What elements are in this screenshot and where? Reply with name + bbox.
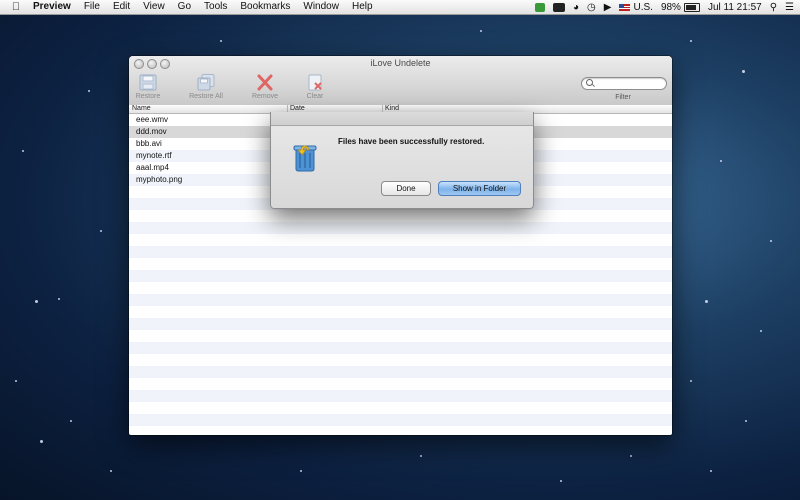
show-in-folder-button[interactable]: Show in Folder: [438, 181, 521, 196]
empty-row: [129, 246, 672, 258]
done-button[interactable]: Done: [381, 181, 431, 196]
empty-row: [129, 354, 672, 366]
column-header-name[interactable]: Name: [132, 105, 151, 113]
battery-percent: 98%: [660, 1, 681, 13]
input-source-menu[interactable]: U.S.: [619, 1, 653, 13]
battery-menu[interactable]: 98%: [661, 2, 700, 13]
restore-all-label: Restore All: [189, 93, 223, 100]
empty-row: [129, 210, 672, 222]
empty-row: [129, 330, 672, 342]
empty-row: [129, 234, 672, 246]
restore-label: Restore: [135, 93, 161, 100]
empty-row: [129, 282, 672, 294]
titlebar: iLove Undelete Restore Restore All Remov…: [129, 56, 672, 106]
menu-file[interactable]: File: [84, 0, 100, 14]
menu-bookmarks[interactable]: Bookmarks: [240, 0, 290, 14]
volume-icon[interactable]: ▶: [604, 2, 612, 13]
empty-row: [129, 366, 672, 378]
empty-row: [129, 258, 672, 270]
clock[interactable]: Jul 11 21:57: [708, 2, 762, 13]
remove-label: Remove: [251, 93, 279, 100]
menu-help[interactable]: Help: [352, 0, 373, 14]
battery-monitor-icon[interactable]: [553, 2, 565, 12]
empty-row: [129, 318, 672, 330]
filter-search-field[interactable]: [581, 77, 667, 90]
spotlight-search-icon[interactable]: ⚲: [770, 2, 777, 13]
multiple-disks-icon: [197, 74, 215, 91]
menu-edit[interactable]: Edit: [113, 0, 130, 14]
time-machine-icon[interactable]: ◷: [587, 2, 596, 13]
empty-row: [129, 414, 672, 426]
clear-label: Clear: [306, 93, 324, 100]
empty-row: [129, 378, 672, 390]
empty-row: [129, 342, 672, 354]
restore-all-button[interactable]: Restore All: [176, 74, 236, 100]
red-x-icon: [257, 74, 273, 91]
menu-window[interactable]: Window: [303, 0, 339, 14]
empty-row: [129, 402, 672, 414]
restore-complete-dialog: Files have been successfully restored. D…: [270, 112, 534, 209]
clear-button[interactable]: Clear: [285, 74, 345, 100]
restore-button[interactable]: Restore: [129, 74, 178, 100]
app-status-icon[interactable]: [535, 2, 545, 12]
empty-row: [129, 390, 672, 402]
menu-bar:  Preview File Edit View Go Tools Bookma…: [0, 0, 800, 15]
empty-row: [129, 306, 672, 318]
empty-row: [129, 294, 672, 306]
menu-preview[interactable]: Preview: [33, 0, 71, 14]
input-source-label: U.S.: [633, 1, 653, 13]
search-icon: [586, 79, 593, 86]
status-area: ◕ ◷ ▶ U.S. 98% Jul 11 21:57 ⚲ ☰: [535, 0, 794, 14]
menu-go[interactable]: Go: [178, 0, 191, 14]
floppy-disk-icon: [139, 74, 157, 91]
dialog-message: Files have been successfully restored.: [338, 137, 485, 146]
menu-view[interactable]: View: [143, 0, 165, 14]
filter-label: Filter: [615, 94, 631, 101]
empty-row: [129, 222, 672, 234]
battery-icon: [683, 2, 700, 12]
us-flag-icon: [619, 3, 631, 11]
clear-document-icon: [308, 74, 322, 91]
notification-list-icon[interactable]: ☰: [785, 2, 794, 13]
apple-icon[interactable]: : [9, 1, 23, 13]
wifi-icon[interactable]: ◕: [573, 2, 579, 13]
window-title: iLove Undelete: [370, 58, 431, 68]
trash-restore-icon: [293, 145, 317, 172]
menu-tools[interactable]: Tools: [204, 0, 227, 14]
empty-row: [129, 270, 672, 282]
